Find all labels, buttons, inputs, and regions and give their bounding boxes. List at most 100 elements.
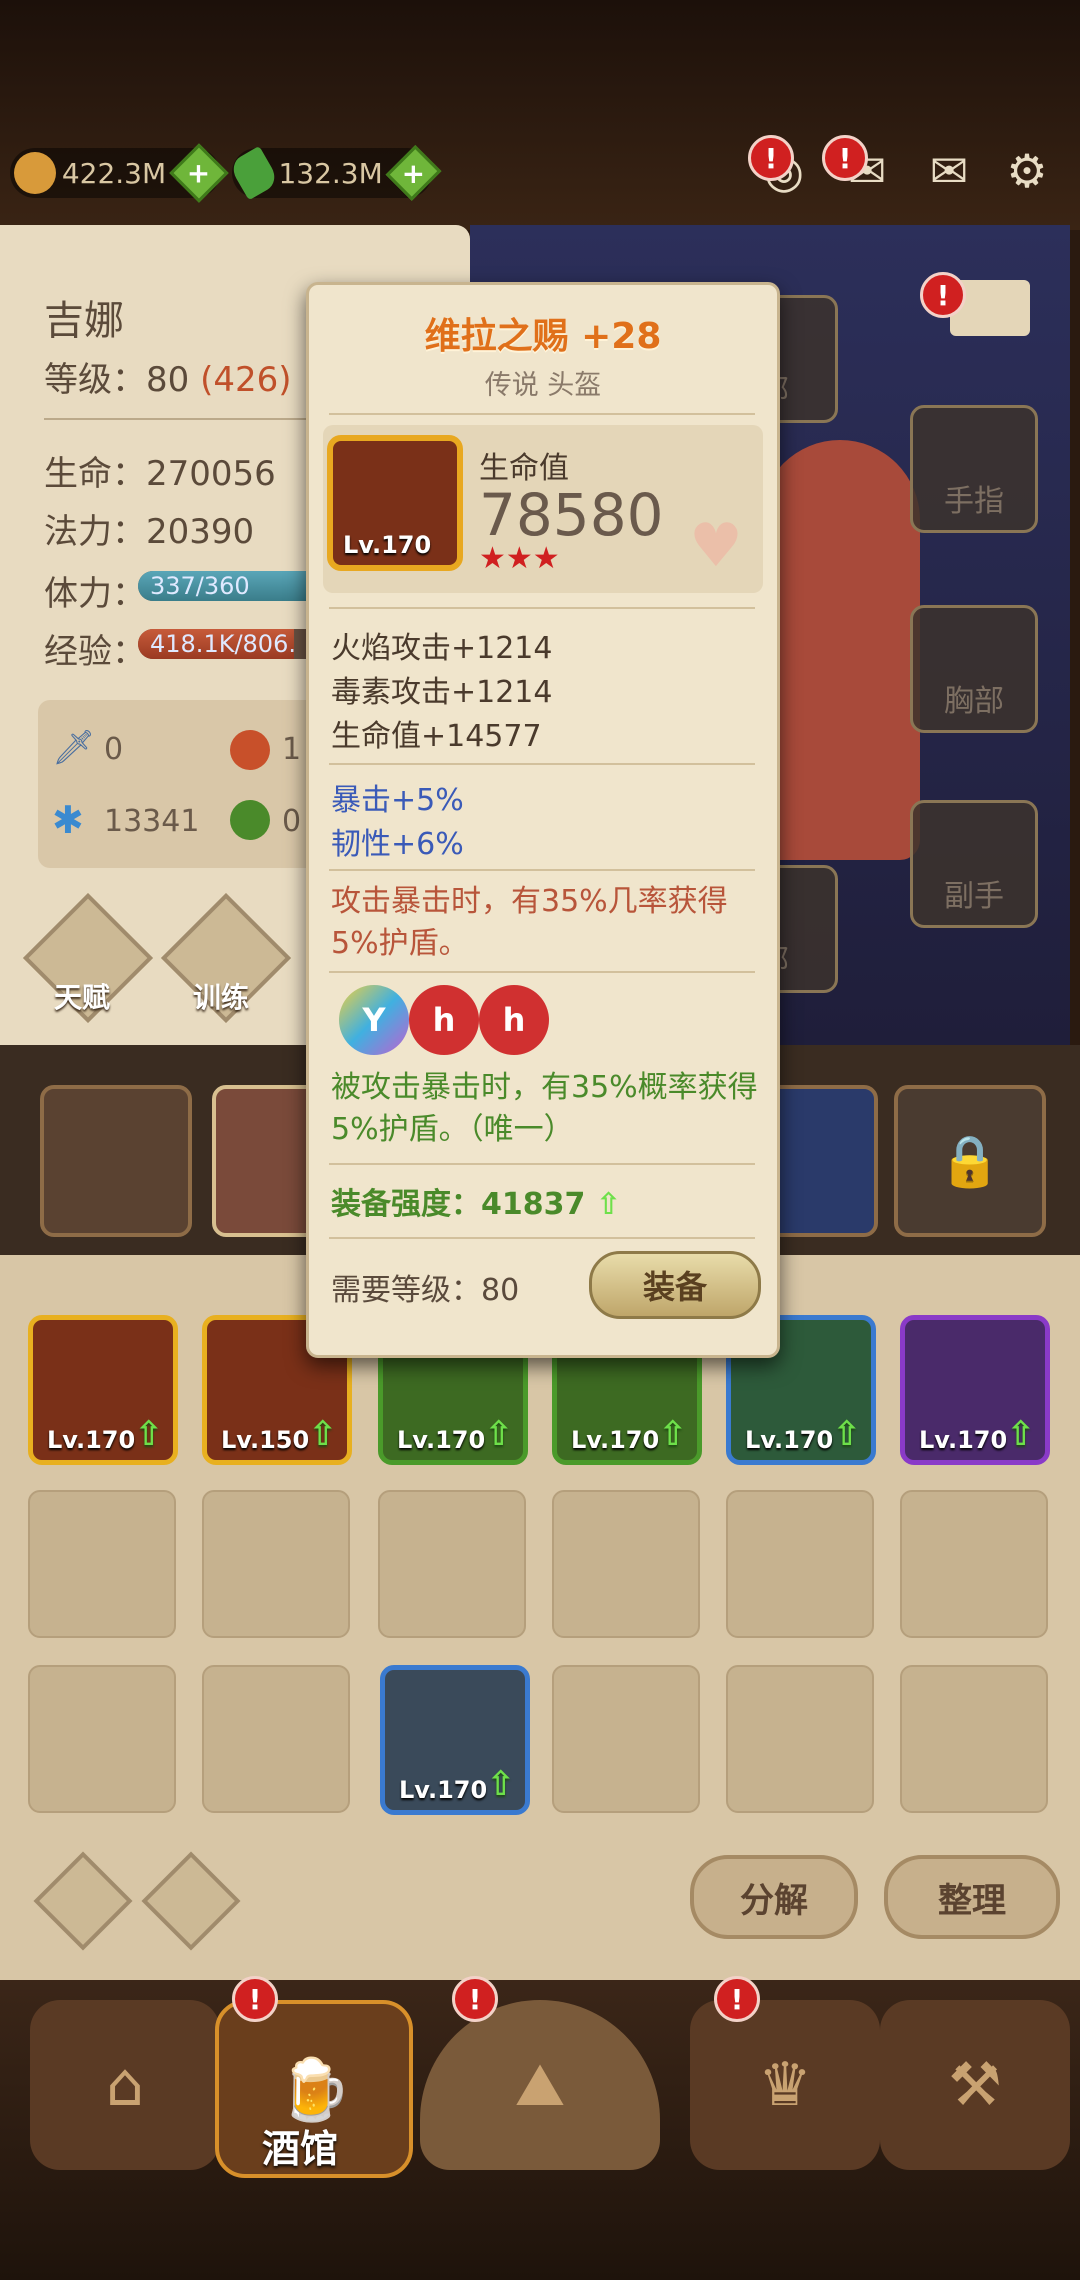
upgrade-arrow-icon: ⇧ [658, 1414, 688, 1454]
alert-badge-icon: ! [920, 272, 966, 318]
talent-label: 天赋 [54, 981, 111, 1014]
gem-amount: 132.3M [278, 156, 383, 190]
item-level: Lv.150 [221, 1426, 310, 1454]
upgrade-arrow-icon: ⇧ [1006, 1414, 1036, 1454]
poison-value: 0 [282, 804, 302, 839]
exp-text: 418.1K/806. [150, 630, 296, 658]
gold-coin-icon [14, 152, 56, 194]
red-gem-icon[interactable]: h [409, 985, 479, 1055]
special-effect: 攻击暴击时，有35%几率获得5%护盾。 [331, 884, 728, 961]
upgrade-arrow-icon: ⇧ [595, 1187, 621, 1222]
sort-button[interactable]: 整理 [884, 1855, 1060, 1939]
equip-slot-ring[interactable]: 手指 [910, 405, 1038, 533]
inventory-slot-empty[interactable] [726, 1665, 874, 1813]
ice-value: 13341 [104, 804, 200, 839]
hero-level: 80 [146, 360, 190, 400]
alert-badge-icon: ! [714, 1976, 760, 2022]
upgrade-arrow-icon: ⇧ [308, 1414, 338, 1454]
inventory-slot-empty[interactable] [202, 1665, 350, 1813]
set-effect: 被攻击暴击时，有35%概率获得5%护盾。（唯一） [331, 1070, 758, 1147]
sword-icon: 🗡 [52, 728, 96, 768]
hero-card-knight[interactable] [40, 1085, 192, 1237]
divider [329, 413, 755, 415]
equip-slot-chest[interactable]: 胸部 [910, 605, 1038, 733]
hp-row: 生命：270056 [44, 454, 276, 494]
sword-value: 0 [104, 732, 124, 767]
bonus-tenacity: 韧性+6% [331, 827, 464, 862]
inventory-slot-empty[interactable] [552, 1665, 700, 1813]
divider [329, 607, 755, 609]
inventory-slot-empty[interactable] [202, 1490, 350, 1638]
attr-poison-attack: 毒素攻击+1214 [331, 675, 553, 710]
inventory-item[interactable]: Lv.170 ⇧ [28, 1315, 178, 1465]
alert-badge-icon: ! [232, 1976, 278, 2022]
gold-amount: 422.3M [61, 156, 167, 190]
item-subtitle: 传说 头盔 [484, 370, 602, 401]
nav-forge-button[interactable]: ⚒ [880, 2000, 1070, 2170]
upgrade-arrow-icon: ⇧ [486, 1764, 516, 1804]
inventory-slot-empty[interactable] [28, 1490, 176, 1638]
inventory-slot-empty[interactable] [28, 1665, 176, 1813]
item-title: 维拉之赐 +28 [424, 316, 662, 357]
item-level: Lv.170 [571, 1426, 660, 1454]
alert-badge-icon: ! [748, 135, 794, 181]
decompose-button[interactable]: 分解 [690, 1855, 858, 1939]
item-icon-helmet: Lv.170 [327, 435, 463, 571]
required-level: 80 [481, 1273, 520, 1308]
inventory-slot-empty[interactable] [378, 1490, 526, 1638]
equip-button[interactable]: 装备 [589, 1251, 761, 1319]
attr-fire-attack: 火焰攻击+1214 [331, 631, 553, 666]
level-row: 等级：80 (426) [44, 360, 292, 400]
inventory-slot-empty[interactable] [900, 1665, 1048, 1813]
red-gem-icon[interactable]: h [479, 985, 549, 1055]
hero-name: 吉娜 [44, 298, 124, 344]
divider [329, 763, 755, 765]
nav-treasure-button[interactable]: ♛ [690, 2000, 880, 2170]
equip-slot-offhand[interactable]: 副手 [910, 800, 1038, 928]
item-level: Lv.170 [343, 531, 432, 559]
alert-badge-icon: ! [822, 135, 868, 181]
item-level: Lv.170 [397, 1426, 486, 1454]
inventory-slot-empty[interactable] [726, 1490, 874, 1638]
inventory-slot-empty[interactable] [552, 1490, 700, 1638]
hero-card-locked[interactable]: 🔒 [894, 1085, 1046, 1237]
heart-icon: ♥ [689, 511, 743, 581]
inventory-slot-empty[interactable] [900, 1490, 1048, 1638]
item-level: Lv.170 [47, 1426, 136, 1454]
hero-mp: 20390 [146, 512, 255, 552]
stamina-text: 337/360 [150, 572, 250, 600]
portal-icon: ⛰ [514, 2050, 566, 2120]
upgrade-arrow-icon: ⇧ [832, 1414, 862, 1454]
train-label: 训练 [193, 981, 250, 1014]
inventory-item-gloves[interactable]: Lv.170 ⇧ [380, 1665, 530, 1815]
power-row: 装备强度：41837 ⇧ [331, 1187, 621, 1222]
settings-gear-icon[interactable]: ⚙ [998, 144, 1056, 198]
bonus-crit: 暴击+5% [331, 783, 464, 818]
hero-level-extra: (426) [200, 360, 292, 400]
main-stat-value: 78580 [479, 481, 664, 549]
required-level-row: 需要等级：80 [331, 1273, 520, 1308]
divider [329, 971, 755, 973]
upgrade-arrow-icon: ⇧ [134, 1414, 164, 1454]
nav-home-button[interactable]: ⌂ [30, 2000, 220, 2170]
item-level: Lv.170 [919, 1426, 1008, 1454]
poison-icon [230, 800, 270, 840]
divider [329, 869, 755, 871]
inventory-item[interactable]: Lv.170 ⇧ [900, 1315, 1050, 1465]
mp-row: 法力：20390 [44, 512, 255, 552]
fire-icon [230, 730, 270, 770]
item-level: Lv.170 [399, 1776, 488, 1804]
cauldron-icon: ⚒ [948, 2050, 1002, 2120]
alert-badge-icon: ! [452, 1976, 498, 2022]
hero-hp: 270056 [146, 454, 276, 494]
star-rating: ★★★ [479, 541, 560, 576]
hero-portrait [760, 440, 920, 860]
lock-icon: 🔒 [938, 1131, 1002, 1190]
rainbow-gem-icon[interactable]: Y [339, 985, 409, 1055]
fire-value: 1 [282, 732, 302, 767]
upgrade-arrow-icon: ⇧ [484, 1414, 514, 1454]
equipment-power: 41837 [481, 1187, 586, 1222]
gem-counter: 132.3M + [227, 144, 442, 202]
mail-icon[interactable]: ✉ [920, 144, 978, 198]
nav-tavern-label: 酒馆 [262, 2127, 339, 2171]
